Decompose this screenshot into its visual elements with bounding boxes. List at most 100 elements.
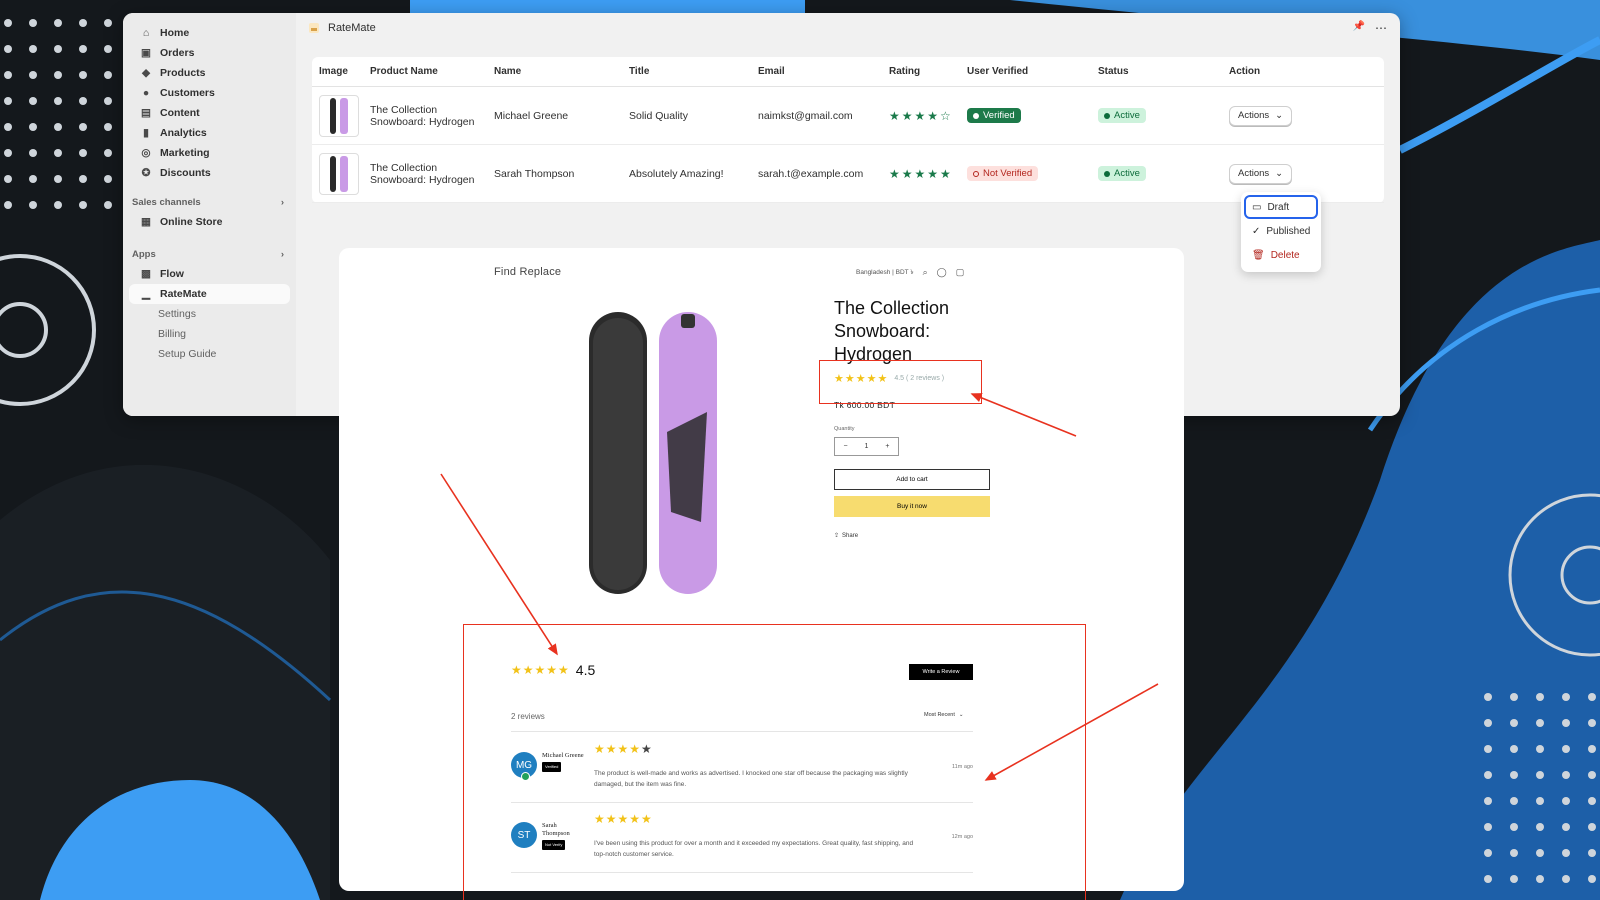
discount-icon: ✪ xyxy=(141,167,151,179)
sidebar-item-label: Marketing xyxy=(160,147,210,159)
increment-button[interactable]: + xyxy=(885,443,889,450)
sidebar-item-label: Online Store xyxy=(160,216,223,228)
person-icon: ● xyxy=(142,87,150,99)
search-icon[interactable]: ⌕ xyxy=(923,267,928,278)
verified-tag: Verified xyxy=(542,762,562,772)
more-options-icon[interactable]: ⋯ xyxy=(1375,21,1388,35)
sidebar-item-label: Customers xyxy=(160,87,215,99)
sidebar-item-customers[interactable]: ● Customers xyxy=(129,83,290,103)
actions-button[interactable]: Actions ⌄ xyxy=(1229,163,1293,184)
actions-button[interactable]: Actions ⌄ xyxy=(1229,105,1293,126)
rating-stars: ★★★★☆ xyxy=(889,108,953,123)
sidebar-item-label: Analytics xyxy=(160,127,207,139)
apps-header[interactable]: Apps › xyxy=(129,244,290,264)
sidebar-subitem-settings[interactable]: Settings xyxy=(129,304,290,324)
table-header: Image Product Name Name Title Email Rati… xyxy=(312,57,1384,87)
share-label: Share xyxy=(842,532,859,539)
menu-item-label: Published xyxy=(1266,225,1311,237)
sidebar-item-home[interactable]: ⌂ Home xyxy=(129,23,290,43)
badge-label: Active xyxy=(1114,168,1140,179)
menu-item-published[interactable]: ✓ Published xyxy=(1244,219,1318,243)
reviewer-name-cell: Sarah Thompson xyxy=(494,167,575,180)
verified-check-icon xyxy=(521,772,530,781)
menu-item-delete[interactable]: 🗑 Delete xyxy=(1244,243,1318,267)
decrement-button[interactable]: − xyxy=(843,443,847,450)
column-header: Action xyxy=(1229,66,1261,77)
flow-icon: ▩ xyxy=(141,268,151,280)
column-header: Email xyxy=(758,66,785,77)
column-header: Rating xyxy=(889,66,921,77)
column-header: Name xyxy=(494,66,522,77)
menu-item-label: Delete xyxy=(1270,249,1300,261)
chevron-down-icon: ⌄ xyxy=(1275,110,1284,121)
filled-stars: ★★★★ xyxy=(594,742,642,756)
actions-dropdown-menu: ▭ Draft ✓ Published 🗑 Delete xyxy=(1241,192,1321,272)
menu-item-draft[interactable]: ▭ Draft xyxy=(1244,195,1318,219)
sales-channels-header[interactable]: Sales channels › xyxy=(129,192,290,212)
share-link[interactable]: ⇪ Share xyxy=(834,532,859,540)
sort-dropdown[interactable]: Most Recent ⌄ xyxy=(924,712,963,718)
review-title-cell: Absolutely Amazing! xyxy=(629,167,724,180)
chevron-down-icon: ⌄ xyxy=(958,712,964,718)
sidebar-item-marketing[interactable]: ◎ Marketing xyxy=(129,143,290,163)
sidebar-item-ratemate[interactable]: ▁ RateMate xyxy=(129,284,290,304)
cart-icon[interactable]: ▢ xyxy=(956,267,965,278)
review-title-cell: Solid Quality xyxy=(629,109,688,122)
sidebar-item-analytics[interactable]: ▮ Analytics xyxy=(129,123,290,143)
sidebar-item-label: Products xyxy=(160,67,206,79)
content-icon: ▤ xyxy=(141,107,151,119)
not-verified-tag: Not Verify xyxy=(542,840,566,850)
sidebar-item-online-store[interactable]: ▦ Online Store xyxy=(129,212,290,232)
review-count: 2 reviews xyxy=(511,712,545,721)
badge-label: Active xyxy=(1114,110,1140,121)
pin-icon[interactable]: 📌 xyxy=(1353,21,1365,35)
review-item: ST Sarah Thompson Not Verify ★★★★★ I've b… xyxy=(511,804,973,872)
product-title: The Collection Snowboard: Hydrogen xyxy=(834,298,950,364)
sidebar-subitem-setup-guide[interactable]: Setup Guide xyxy=(129,344,290,364)
verified-badge: Verified xyxy=(967,108,1021,123)
sidebar-item-discounts[interactable]: ✪ Discounts xyxy=(129,163,290,183)
email-cell: naimkst@gmail.com xyxy=(758,109,853,122)
buy-now-button[interactable]: Buy it now xyxy=(834,496,990,517)
reviews-summary: ★★★★★ 4.5 xyxy=(511,662,595,678)
product-rating-summary: ★★★★★ 4.5 ( 2 reviews ) xyxy=(834,372,944,385)
chevron-right-icon: › xyxy=(280,248,284,260)
divider xyxy=(511,872,973,873)
reviewer-name-cell: Michael Greene xyxy=(494,109,569,122)
add-to-cart-button[interactable]: Add to cart xyxy=(834,469,990,490)
sidebar-item-label: Content xyxy=(160,107,200,119)
divider xyxy=(511,731,973,732)
sidebar-subitem-billing[interactable]: Billing xyxy=(129,324,290,344)
store-logo[interactable]: Find Replace xyxy=(494,266,561,278)
locale-selector[interactable]: Bangladesh | BDT ৳ xyxy=(856,267,914,278)
review-text: The product is well-made and works as ad… xyxy=(594,770,908,788)
reviewer-name-text: Sarah Thompson xyxy=(542,822,570,837)
target-icon: ◎ xyxy=(141,147,151,159)
quantity-stepper[interactable]: − 1 + xyxy=(834,437,899,456)
status-badge: Active xyxy=(1098,108,1146,123)
sidebar-item-products[interactable]: ◆ Products xyxy=(129,63,290,83)
sidebar-item-content[interactable]: ▤ Content xyxy=(129,103,290,123)
sidebar-item-orders[interactable]: ▣ Orders xyxy=(129,43,290,63)
archive-icon: ▭ xyxy=(1252,201,1262,213)
product-name-cell: The Collection Snowboard: Hydrogen xyxy=(370,161,475,186)
app-topbar: RateMate 📌 ⋯ xyxy=(296,13,1400,43)
email-cell: sarah.t@example.com xyxy=(758,167,864,180)
account-icon[interactable]: ◯ xyxy=(937,267,947,278)
column-header: Product Name xyxy=(370,66,438,77)
sidebar-item-flow[interactable]: ▩ Flow xyxy=(129,264,290,284)
review-time: 12m ago xyxy=(951,834,973,840)
sidebar-item-label: Home xyxy=(160,27,190,39)
store-icon: ▦ xyxy=(141,216,151,228)
trash-icon: 🗑 xyxy=(1252,249,1265,261)
write-review-button[interactable]: Write a Review xyxy=(909,664,973,680)
bar-chart-icon: ▮ xyxy=(143,127,149,139)
quantity-value[interactable]: 1 xyxy=(865,443,869,450)
empty-stars: ★ xyxy=(641,742,653,756)
storefront-page: Find Replace Bangladesh | BDT ৳ ⌕ ◯ ▢ Th… xyxy=(339,248,1184,891)
product-image xyxy=(589,312,717,594)
divider xyxy=(511,802,973,803)
sidebar-item-label: Discounts xyxy=(160,167,211,179)
column-header: Image xyxy=(319,66,348,77)
app-title: RateMate xyxy=(328,22,376,34)
